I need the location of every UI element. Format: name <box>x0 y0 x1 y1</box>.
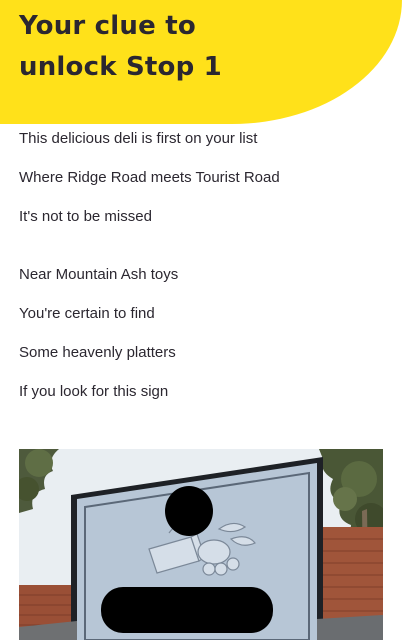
clue-line: Where Ridge Road meets Tourist Road <box>19 169 280 186</box>
clue-line: Some heavenly platters <box>19 344 176 361</box>
redaction-circle <box>165 486 213 536</box>
clue-line: Near Mountain Ash toys <box>19 266 179 283</box>
title-line-1: Your clue to <box>19 11 196 41</box>
clue-line: This delicious deli is first on your lis… <box>19 130 258 147</box>
clue-verse-1: This delicious deli is first on your lis… <box>19 119 389 236</box>
clue-photo <box>19 449 383 640</box>
clue-verse-2: Near Mountain Ash toys You're certain to… <box>19 255 389 411</box>
header-banner: Your clue to unlock Stop 1 <box>0 0 402 124</box>
title-line-2: unlock Stop 1 <box>19 52 222 82</box>
clue-line: If you look for this sign <box>19 383 169 400</box>
page-title: Your clue to unlock Stop 1 <box>19 6 319 88</box>
clue-line: It's not to be missed <box>19 208 152 225</box>
redaction-bar <box>101 587 273 633</box>
clue-line: You're certain to find <box>19 305 155 322</box>
